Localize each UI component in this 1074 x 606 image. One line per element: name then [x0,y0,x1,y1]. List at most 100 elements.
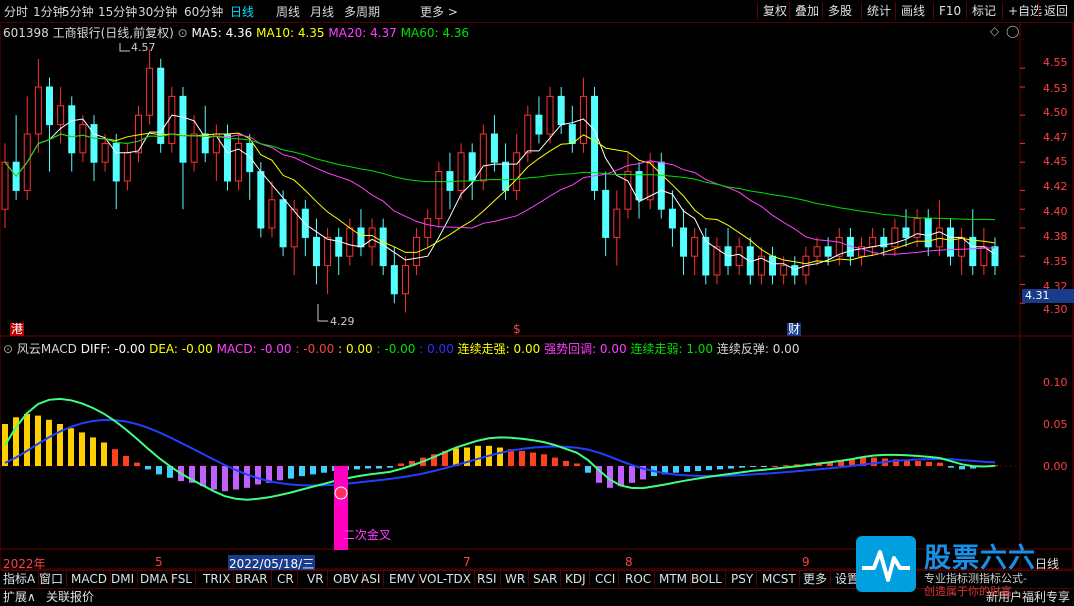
indicator-tab-1[interactable]: 窗口 [36,571,68,587]
indicator-tab-3[interactable]: DMI [108,571,139,587]
low-price-label: 4.29 [330,315,355,328]
indicator-tab-6[interactable]: TRIX [200,571,235,587]
price-tick-8: 4.35 [1043,255,1068,268]
price-tick-7: 4.38 [1043,230,1068,243]
ma5-line [4,114,996,270]
candle-body-59 [657,161,665,210]
macd-bar-65 [717,466,723,470]
toolbar-btn-2[interactable]: 多股 [822,2,857,20]
candle-body-85 [947,227,955,257]
candle-body-61 [680,227,688,257]
candle-body-36 [401,265,409,295]
macd-bar-11 [123,455,129,466]
period-7[interactable]: 周线 [276,3,300,20]
high-price-label: 4.57 [131,41,156,54]
macd-bar-71 [783,465,789,467]
macd-bar-67 [739,466,745,468]
period-5[interactable]: 60分钟 [184,3,223,20]
indicator-tab-4[interactable]: DMA [137,571,172,587]
golden-cross-icon [334,486,348,500]
period-8[interactable]: 月线 [310,3,334,20]
indicator-tick-2: 0.00 [1043,460,1068,473]
candle-body-80 [891,227,899,248]
candle-body-4 [45,86,53,126]
candle-body-62 [691,236,699,257]
pulse-logo-icon [856,536,916,592]
macd-bar-26 [288,466,294,479]
toolbar-btn-0[interactable]: 复权 [757,2,792,20]
indicator-tab-21[interactable]: BOLL [688,571,726,587]
toolbar-btn-4[interactable]: 画线 [895,2,930,20]
time-label-jul: 7 [463,555,471,569]
indicator-tab-11[interactable]: ASI [358,571,385,587]
indicator-tab-12[interactable]: EMV [386,571,420,587]
candle-body-69 [769,255,777,276]
dividend-mark[interactable]: $ [513,323,521,336]
indicator-tab-22[interactable]: PSY [728,571,758,587]
candle-body-89 [991,246,999,267]
indicator-tab-17[interactable]: KDJ [562,571,590,587]
price-tick-5: 4.42 [1043,180,1068,193]
period-6[interactable]: 日线 [230,3,254,20]
indicator-tab-8[interactable]: CR [274,571,298,587]
toolbar-btn-6[interactable]: 标记 [966,2,1001,20]
candle-body-35 [390,265,398,295]
indicator-tab-16[interactable]: SAR [530,571,562,587]
macd-bar-25 [277,466,283,481]
indicator-tab-15[interactable]: WR [502,571,530,587]
candle-body-27 [301,208,309,238]
toolbar-btn-3[interactable]: 统计 [861,2,896,20]
macd-bar-9 [101,442,107,466]
indicator-tab-5[interactable]: FSL [168,571,196,587]
macd-bar-85 [937,462,943,466]
indicator-tab-13[interactable]: VOL-TDX [416,571,475,587]
macd-bar-7 [79,432,85,466]
candle-body-28 [312,236,320,267]
toolbar-btn-8[interactable]: 返回 [1038,2,1073,20]
second-golden-cross-label: 二次金叉 [343,528,392,542]
candle-body-50 [557,95,565,126]
period-2[interactable]: 5分钟 [62,3,94,20]
candle-body-87 [969,236,977,267]
period-1[interactable]: 1分钟 [33,3,65,20]
current-price-tag: 4.31 [1022,289,1074,303]
indicator-tab-20[interactable]: MTM [656,571,692,587]
period-0[interactable]: 分时 [4,3,28,20]
macd-bar-12 [134,462,140,466]
candle-body-39 [435,171,443,220]
candle-body-44 [490,133,498,163]
hk-connect-mark[interactable]: 港 [10,323,25,336]
candle-body-43 [479,133,487,182]
finance-report-mark[interactable]: 财 [787,323,802,336]
candle-body-56 [624,171,632,210]
period-10[interactable]: 更多 > [420,3,458,20]
macd-bar-10 [112,449,118,466]
candle-body-13 [146,67,154,116]
macd-bar-13 [145,466,151,470]
indicator-tab-7[interactable]: BRAR [232,571,272,587]
macd-bar-66 [728,466,734,469]
macd-bar-62 [684,466,690,472]
macd-bar-23 [255,466,261,485]
indicator-tab-24[interactable]: 更多 [800,571,832,587]
period-9[interactable]: 多周期 [344,3,380,20]
indicator-tab-0[interactable]: 指标A [0,571,40,587]
indicator-tab-9[interactable]: VR [304,571,328,587]
candle-body-70 [780,265,788,276]
indicator-tab-19[interactable]: ROC [622,571,656,587]
linked-quote-button[interactable]: 关联报价 [46,589,94,605]
candle-body-58 [646,161,654,201]
candle-body-6 [68,105,76,154]
period-3[interactable]: 15分钟 [98,3,137,20]
macd-bar-4 [46,419,52,466]
indicator-tab-18[interactable]: CCI [592,571,620,587]
indicator-tab-23[interactable]: MCST [759,571,800,587]
period-4[interactable]: 30分钟 [138,3,177,20]
toolbar-btn-5[interactable]: F10 [933,2,966,20]
toolbar-btn-1[interactable]: 叠加 [789,2,824,20]
indicator-tab-2[interactable]: MACD [68,571,111,587]
macd-bar-70 [772,466,778,467]
indicator-tab-14[interactable]: RSI [474,571,501,587]
expand-button[interactable]: 扩展∧ [3,589,36,605]
kline-chart[interactable] [0,22,1074,570]
